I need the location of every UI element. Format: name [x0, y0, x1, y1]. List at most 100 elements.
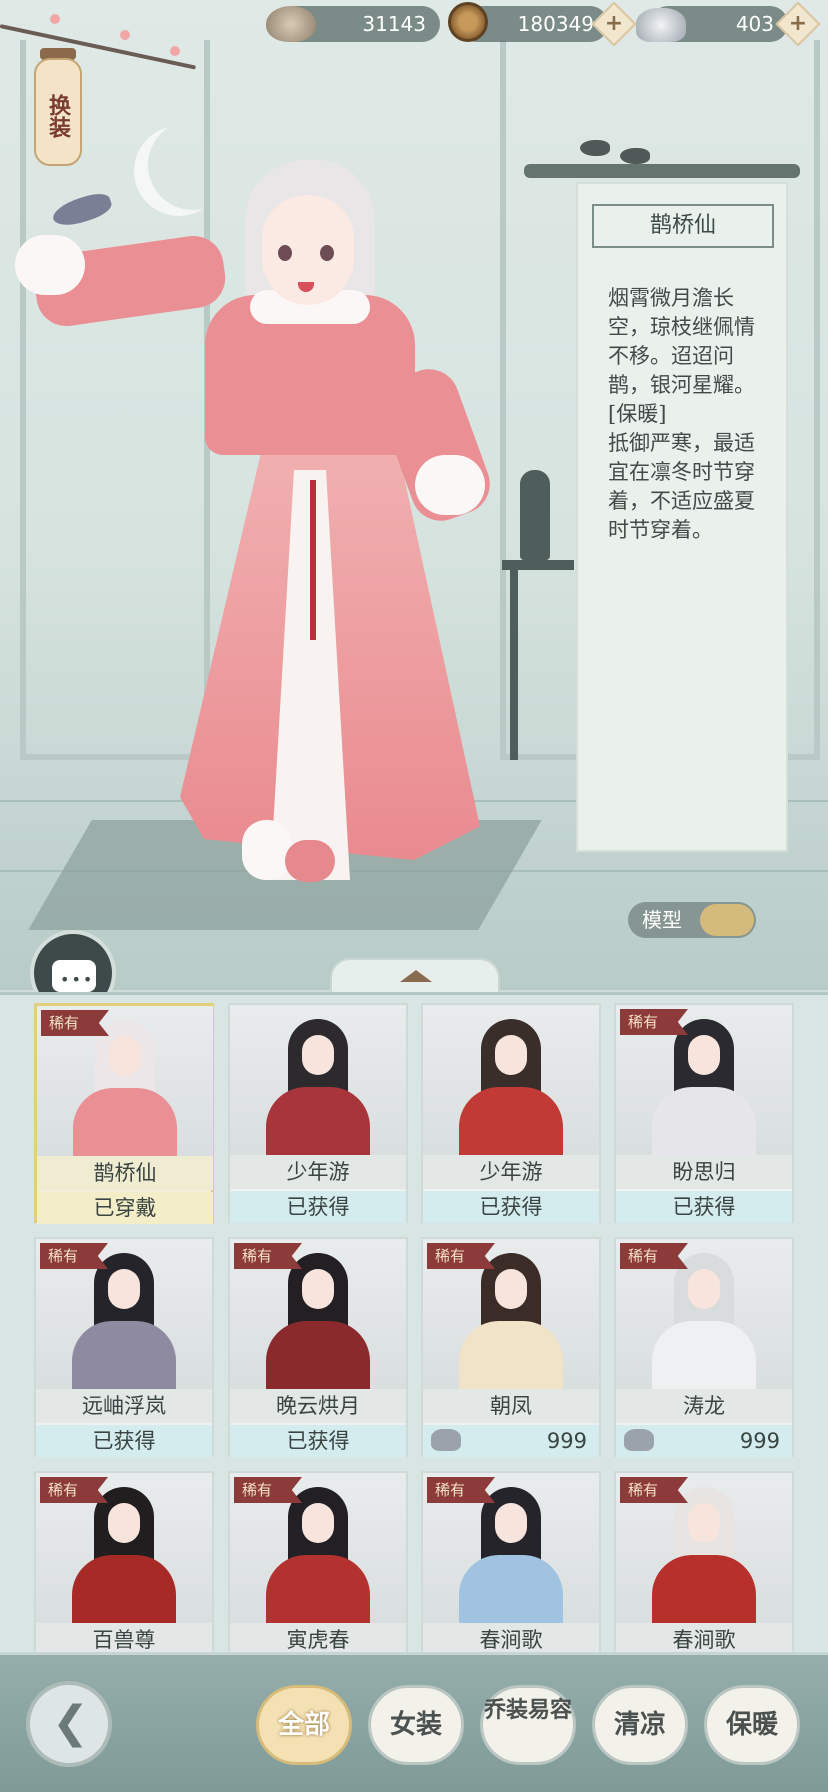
portrait-body — [652, 1321, 756, 1389]
shell-icon — [266, 6, 316, 42]
outfit-card[interactable]: 少年游 已获得 — [228, 1003, 408, 1223]
filter-tab[interactable]: 全部 — [256, 1685, 352, 1765]
coin-icon — [448, 2, 488, 42]
filter-tab[interactable]: 保暖 — [704, 1685, 800, 1765]
outfit-name: 少年游 — [423, 1155, 599, 1189]
silver-ingot-icon — [624, 1429, 654, 1451]
outfit-name: 盼思归 — [616, 1155, 792, 1189]
character-eye — [278, 245, 292, 261]
model-toggle-label: 模型 — [642, 908, 682, 932]
portrait-body — [652, 1555, 756, 1623]
outfit-card[interactable]: 稀有涛龙 999 — [614, 1237, 794, 1457]
price-value: 999 — [739, 1429, 780, 1453]
outfit-card[interactable]: 稀有 百兽尊 — [34, 1471, 214, 1652]
outfit-name: 春涧歌 — [616, 1623, 792, 1652]
plus-icon: + — [788, 11, 808, 36]
character-shoe — [285, 840, 335, 882]
rare-tag: 稀有 — [234, 1243, 302, 1269]
portrait-face — [302, 1035, 334, 1075]
portrait-body — [72, 1555, 176, 1623]
outfit-status: 已获得 — [616, 1191, 792, 1223]
filter-tab[interactable]: 清凉 — [592, 1685, 688, 1765]
outfit-price[interactable]: 999 — [616, 1425, 792, 1457]
rare-tag: 稀有 — [234, 1477, 302, 1503]
portrait-face — [688, 1269, 720, 1309]
portrait-body — [73, 1088, 177, 1156]
rare-tag: 稀有 — [620, 1243, 688, 1269]
silver-ingot-icon — [431, 1429, 461, 1451]
chat-dots-icon: ••• — [60, 970, 95, 989]
outfit-card[interactable]: 稀有寅虎春 — [228, 1471, 408, 1652]
portrait-body — [652, 1087, 756, 1155]
portrait-face — [109, 1036, 141, 1076]
outfit-portrait — [230, 1005, 406, 1155]
portrait-face — [688, 1035, 720, 1075]
portrait-face — [108, 1503, 140, 1543]
rare-tag: 稀有 — [620, 1477, 688, 1503]
character-eye — [320, 245, 334, 261]
outfit-portrait — [423, 1005, 599, 1155]
outfit-name: 鹊桥仙 — [37, 1156, 213, 1190]
character-cuff — [415, 455, 485, 515]
side-table — [502, 560, 574, 570]
panel-collapse-handle[interactable] — [330, 958, 500, 994]
portrait-face — [108, 1269, 140, 1309]
price-value: 999 — [546, 1429, 587, 1453]
outfit-status: 已获得 — [230, 1191, 406, 1223]
character-boot — [242, 820, 292, 880]
portrait-body — [459, 1321, 563, 1389]
rare-tag: 稀有 — [427, 1243, 495, 1269]
side-table-leg — [510, 570, 518, 770]
outfit-name: 少年游 — [230, 1155, 406, 1189]
back-button[interactable]: ❮ — [26, 1681, 112, 1767]
outfit-card[interactable]: 稀有晚云烘月 已获得 — [228, 1237, 408, 1457]
back-arrow-icon: ❮ — [52, 1697, 89, 1748]
outfit-card[interactable]: 稀有盼思归 已获得 — [614, 1003, 794, 1223]
portrait-face — [688, 1503, 720, 1543]
filter-tab[interactable]: 女装 — [368, 1685, 464, 1765]
outfit-title: 鹊桥仙 — [592, 204, 774, 248]
outfit-status: 已获得 — [230, 1425, 406, 1457]
outfit-status: 已获得 — [36, 1425, 212, 1457]
plus-icon: + — [604, 11, 624, 36]
outfit-name: 涛龙 — [616, 1389, 792, 1423]
outfit-card[interactable]: 稀有朝凤 999 — [421, 1237, 601, 1457]
outfit-card[interactable]: 稀有 远岫浮岚 已获得 — [34, 1237, 214, 1457]
outfit-grid-panel[interactable]: 稀有 鹊桥仙 已穿戴 少年游 已获得 少年游 已获得 稀有 盼思归 已获得 稀有 远岫浮岚 已获得 稀有晚… — [0, 992, 828, 1652]
character-tassel — [310, 480, 316, 640]
portrait-face — [302, 1269, 334, 1309]
outfit-card[interactable]: 稀有春涧歌 — [614, 1471, 794, 1652]
model-toggle[interactable]: 模型 — [628, 902, 756, 938]
bottom-filter-bar: ❮ 全部 女装 乔装易容 清凉 保暖 — [0, 1652, 828, 1792]
outfit-name: 晚云烘月 — [230, 1389, 406, 1423]
portrait-body — [266, 1087, 370, 1155]
silver-ingot-icon — [636, 8, 686, 42]
bird-decoration — [580, 140, 610, 156]
filter-tab[interactable]: 乔装易容 — [480, 1685, 576, 1765]
scroll-rod — [524, 164, 800, 178]
character-cuff — [15, 235, 85, 295]
portrait-body — [266, 1555, 370, 1623]
vase — [520, 470, 550, 560]
rare-tag: 稀有 — [620, 1009, 688, 1035]
outfit-name: 远岫浮岚 — [36, 1389, 212, 1423]
outfit-status: 已穿戴 — [37, 1192, 213, 1224]
outfit-name: 朝凤 — [423, 1389, 599, 1423]
outfit-price[interactable]: 999 — [423, 1425, 599, 1457]
outfit-card[interactable]: 少年游 已获得 — [421, 1003, 601, 1223]
outfit-card[interactable]: 稀有 鹊桥仙 已穿戴 — [34, 1003, 214, 1224]
rare-tag: 稀有 — [427, 1477, 495, 1503]
toggle-knob — [700, 904, 754, 936]
outfit-name: 百兽尊 — [36, 1623, 212, 1652]
outfit-name: 寅虎春 — [230, 1623, 406, 1652]
outfit-description: 烟霄微月澹长空，琼枝继佩情不移。迢迢问鹊，银河星耀。 [保暖] 抵御严寒，最适宜… — [608, 286, 755, 542]
add-silver-button[interactable]: + — [775, 1, 821, 47]
outfit-name: 春涧歌 — [423, 1623, 599, 1652]
outfit-card[interactable]: 稀有春涧歌 — [421, 1471, 601, 1652]
portrait-body — [459, 1087, 563, 1155]
character-model[interactable] — [15, 150, 499, 930]
resource-bar: 31143 180349 + 403 + — [0, 0, 828, 48]
portrait-face — [495, 1269, 527, 1309]
wardrobe-lantern-title: 换装 — [34, 58, 82, 166]
chevron-up-icon — [400, 970, 432, 982]
